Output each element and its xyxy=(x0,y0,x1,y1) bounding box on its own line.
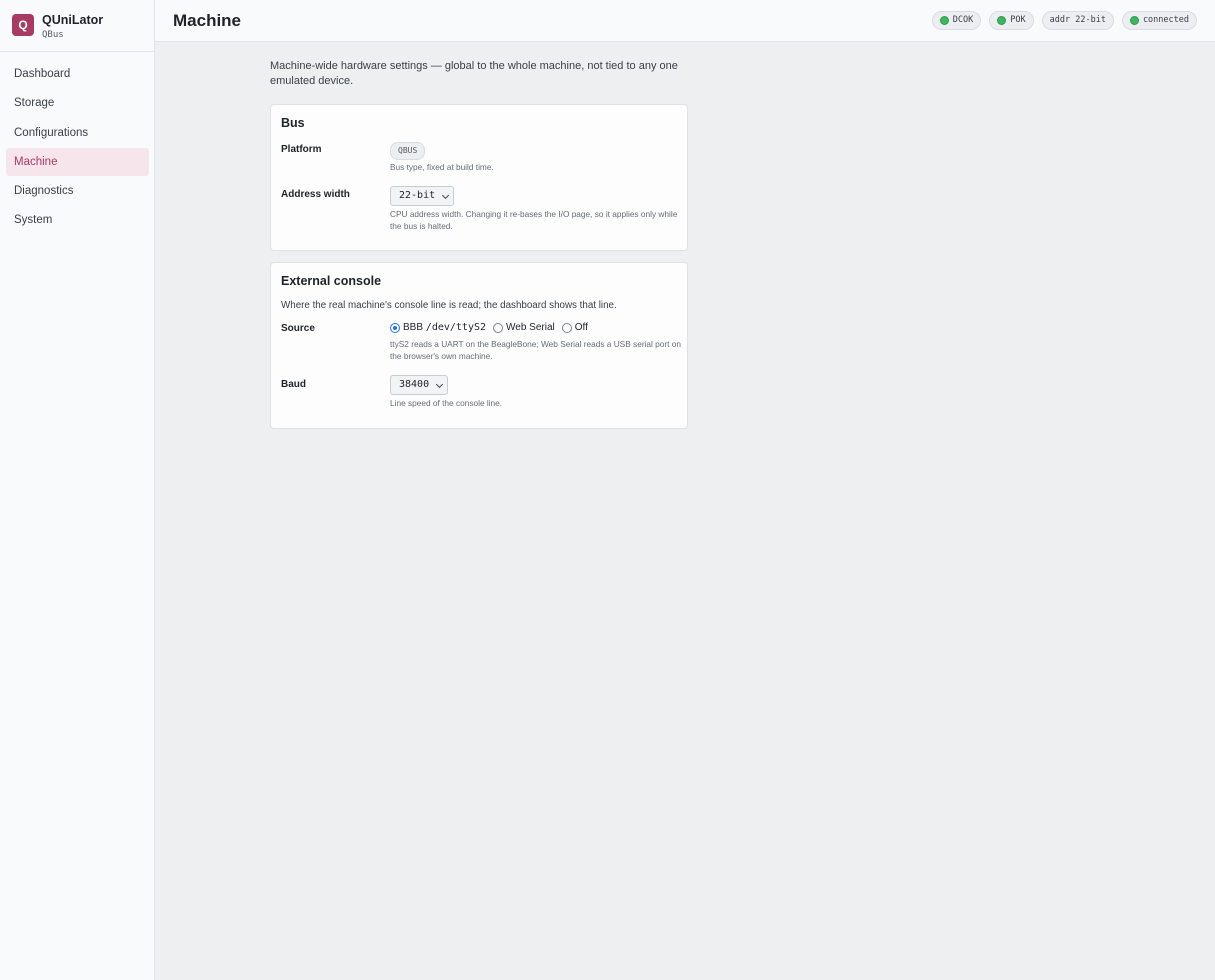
source-option-bbb-label: BBB /dev/ttyS2 xyxy=(403,322,486,333)
top-bar: Machine DCOK POK addr 22-bit connected xyxy=(155,0,1215,42)
sidebar-item-dashboard[interactable]: Dashboard xyxy=(6,60,149,88)
sidebar-item-machine[interactable]: Machine xyxy=(6,147,149,176)
source-radio-group: BBB /dev/ttyS2 Web Serial Off xyxy=(390,322,595,333)
status-pills: DCOK POK addr 22-bit connected xyxy=(931,11,1197,30)
pok-label: POK xyxy=(1010,15,1026,25)
baud-select[interactable]: 38400 xyxy=(390,375,448,395)
baud-help: Line speed of the console line. xyxy=(390,398,503,408)
chevron-down-icon xyxy=(435,380,444,389)
sidebar-item-system[interactable]: System xyxy=(6,206,149,234)
brand-name: QUniLator xyxy=(42,13,104,27)
sidebar: Q QUniLator QBus Dashboard Storage Confi… xyxy=(0,0,155,980)
address-width-select-value: 22-bit xyxy=(399,190,436,201)
source-radio-off[interactable] xyxy=(561,322,572,333)
source-option-off-label: Off xyxy=(574,322,588,333)
dcok-status-badge: DCOK xyxy=(931,11,982,30)
address-width-badge: addr 22-bit xyxy=(1041,11,1114,30)
source-radio-web-serial[interactable] xyxy=(493,322,504,333)
address-width-label: Address width xyxy=(281,189,350,200)
platform-value-chip: QBUS xyxy=(390,142,426,160)
brand-subtitle: QBus xyxy=(42,30,64,40)
address-width-badge-label: addr 22-bit xyxy=(1049,15,1106,25)
sidebar-nav: Dashboard Storage Configurations Machine… xyxy=(6,60,149,236)
connection-label: connected xyxy=(1142,15,1189,25)
bus-card: Bus Platform QBUS Bus type, fixed at bui… xyxy=(270,104,688,251)
chevron-down-icon xyxy=(441,191,450,200)
dcok-label: DCOK xyxy=(952,15,974,25)
sidebar-item-configurations[interactable]: Configurations xyxy=(6,119,149,147)
source-option-web-serial-label: Web Serial xyxy=(506,322,555,333)
sidebar-item-diagnostics[interactable]: Diagnostics xyxy=(6,177,149,205)
connection-status-badge: connected xyxy=(1121,11,1197,30)
baud-select-value: 38400 xyxy=(399,379,430,390)
status-ok-icon xyxy=(1129,16,1139,25)
page-title: Machine xyxy=(173,11,242,30)
source-help: ttyS2 reads a UART on the BeagleBone; We… xyxy=(390,339,682,361)
page-intro: Machine-wide hardware settings — global … xyxy=(270,60,678,87)
status-ok-icon xyxy=(997,16,1007,25)
source-label: Source xyxy=(281,323,315,334)
address-width-select[interactable]: 22-bit xyxy=(390,186,454,206)
brand-logo: Q xyxy=(12,14,34,36)
sidebar-item-storage[interactable]: Storage xyxy=(6,89,149,117)
address-width-help: CPU address width. Changing it re-bases … xyxy=(390,209,678,231)
external-console-card-title: External console xyxy=(281,274,382,288)
external-console-description: Where the real machine's console line is… xyxy=(281,300,617,311)
bus-card-title: Bus xyxy=(281,116,305,130)
status-ok-icon xyxy=(939,16,949,25)
baud-label: Baud xyxy=(281,379,306,390)
platform-label: Platform xyxy=(281,144,322,155)
platform-help: Bus type, fixed at build time. xyxy=(390,162,494,172)
brand: Q QUniLator QBus xyxy=(0,0,154,52)
external-console-card: External console Where the real machine'… xyxy=(270,262,688,429)
pok-status-badge: POK xyxy=(989,11,1034,30)
source-option-bbb-prefix: BBB xyxy=(403,322,424,333)
source-radio-bbb[interactable] xyxy=(390,322,400,333)
source-option-bbb-path: /dev/ttyS2 xyxy=(425,322,487,333)
